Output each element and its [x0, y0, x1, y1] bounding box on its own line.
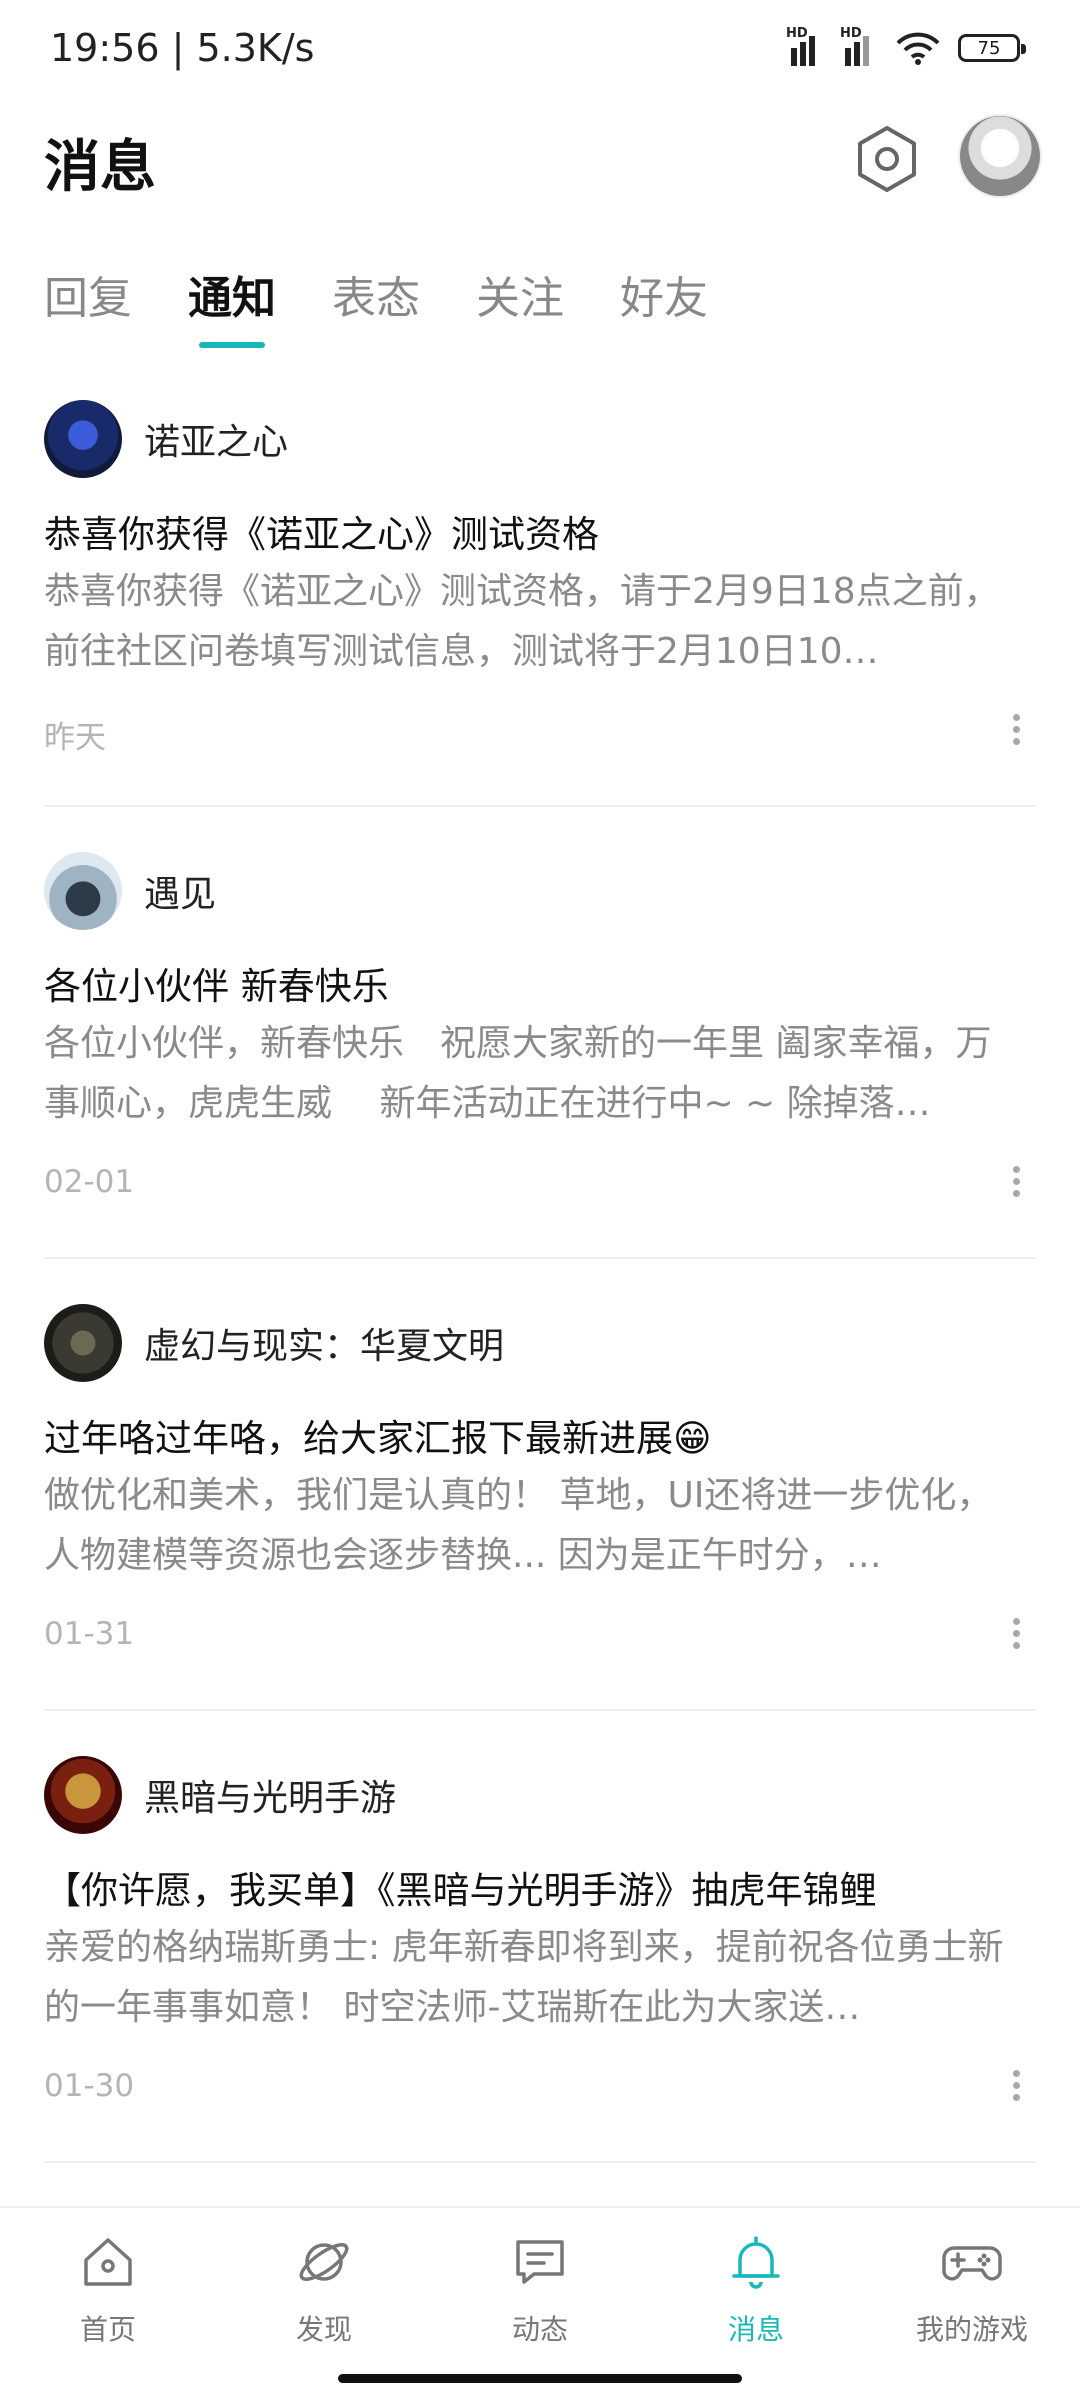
sender-name: 虚幻与现实：华夏文明 — [144, 1326, 505, 1367]
wifi-icon — [896, 32, 940, 65]
notification-list: 诺亚之心 恭喜你获得《诺亚之心》测试资格 恭喜你获得《诺亚之心》测试资格，请于2… — [0, 386, 1080, 2194]
tab-follows[interactable]: 关注 — [476, 262, 564, 326]
more-options-icon[interactable] — [1010, 714, 1022, 750]
notification-body: 各位小伙伴，新春快乐 祝愿大家新的一年里 阖家幸福，万事顺心，虎虎生威 新年活动… — [44, 1023, 992, 1124]
sender-avatar[interactable] — [44, 400, 122, 478]
notification-date: 昨天 — [44, 720, 106, 756]
gamepad-icon — [942, 2246, 1002, 2281]
tab-friends[interactable]: 好友 — [620, 262, 708, 326]
divider — [44, 1257, 1036, 1259]
message-tabs: 回复 通知 表态 关注 好友 — [44, 262, 764, 326]
notification-body: 做优化和美术，我们是认真的！ 草地，UI还将进一步优化，人物建模等资源也会逐步替… — [44, 1475, 993, 1576]
notification-card[interactable]: 诺亚之心 恭喜你获得《诺亚之心》测试资格 恭喜你获得《诺亚之心》测试资格，请于2… — [0, 386, 1080, 838]
notification-body: 恭喜你获得《诺亚之心》测试资格，请于2月9日18点之前，前往社区问卷填写测试信息… — [44, 571, 1000, 672]
page-title: 消息 — [44, 135, 156, 200]
sender-name: 黑暗与光明手游 — [144, 1778, 397, 1819]
home-indicator[interactable] — [338, 2374, 742, 2383]
divider — [44, 805, 1036, 807]
planet-icon — [299, 2243, 349, 2281]
bell-icon — [732, 2236, 780, 2289]
notification-sender[interactable]: 诺亚之心 — [44, 400, 288, 478]
nav-feed[interactable]: 动态 — [432, 2208, 648, 2364]
battery-level: 75 — [977, 37, 1001, 59]
sender-name: 遇见 — [144, 874, 217, 915]
sender-name: 诺亚之心 — [144, 422, 289, 463]
nav-home[interactable]: 首页 — [0, 2208, 216, 2364]
chat-bubble-icon — [516, 2240, 564, 2284]
page-header: 消息 — [0, 110, 1080, 210]
notification-card[interactable]: 黑暗与光明手游 【你许愿，我买单】《黑暗与光明手游》抽虎年锦鲤 亲爱的格纳瑞斯勇… — [0, 1742, 1080, 2194]
bottom-navigation: 首页 发现 动态 消息 我的游戏 — [0, 2206, 1080, 2364]
nav-discover[interactable]: 发现 — [216, 2208, 432, 2364]
notification-date: 01-31 — [44, 1616, 135, 1652]
more-options-icon[interactable] — [1010, 1618, 1022, 1654]
notification-headline: 【你许愿，我买单】《黑暗与光明手游》抽虎年锦鲤 — [44, 1869, 877, 1912]
notification-headline: 各位小伙伴 新春快乐 — [44, 965, 389, 1008]
nav-discover-label: 发现 — [295, 2313, 352, 2346]
nav-my-games[interactable]: 我的游戏 — [864, 2208, 1080, 2364]
home-icon — [84, 2238, 132, 2286]
status-bar: 19:56 | 5.3K/s HD HD 75 — [0, 0, 1080, 100]
notification-sender[interactable]: 遇见 — [44, 852, 216, 930]
notification-card[interactable]: 虚幻与现实：华夏文明 过年咯过年咯，给大家汇报下最新进展😁 做优化和美术，我们是… — [0, 1290, 1080, 1742]
more-options-icon[interactable] — [1010, 2070, 1022, 2106]
notification-sender[interactable]: 黑暗与光明手游 — [44, 1756, 396, 1834]
user-avatar[interactable] — [958, 114, 1042, 198]
nav-my-games-label: 我的游戏 — [915, 2313, 1028, 2346]
sender-avatar[interactable] — [44, 1756, 122, 1834]
tab-replies[interactable]: 回复 — [44, 262, 132, 326]
notification-headline: 过年咯过年咯，给大家汇报下最新进展😁 — [44, 1417, 712, 1460]
settings-icon[interactable] — [852, 124, 922, 194]
status-icons: HD HD 75 — [786, 26, 1026, 66]
more-options-icon[interactable] — [1010, 1166, 1022, 1202]
nav-messages-label: 消息 — [727, 2313, 784, 2346]
signal-icon: HD — [786, 26, 824, 66]
notification-date: 02-01 — [44, 1164, 135, 1200]
divider — [44, 1709, 1036, 1711]
notification-body: 亲爱的格纳瑞斯勇士: 虎年新春即将到来，提前祝各位勇士新的一年事事如意！ 时空法… — [44, 1927, 1004, 2028]
tab-reactions[interactable]: 表态 — [332, 262, 420, 326]
tab-notifications[interactable]: 通知 — [188, 262, 276, 326]
nav-home-label: 首页 — [79, 2313, 136, 2346]
sender-avatar[interactable] — [44, 1304, 122, 1382]
notification-sender[interactable]: 虚幻与现实：华夏文明 — [44, 1304, 504, 1382]
nav-feed-label: 动态 — [511, 2313, 568, 2346]
status-time: 19:56 | 5.3K/s — [50, 26, 315, 70]
divider — [44, 2161, 1036, 2163]
notification-card[interactable]: 遇见 各位小伙伴 新春快乐 各位小伙伴，新春快乐 祝愿大家新的一年里 阖家幸福，… — [0, 838, 1080, 1290]
nav-messages[interactable]: 消息 — [648, 2208, 864, 2364]
notification-headline: 恭喜你获得《诺亚之心》测试资格 — [44, 513, 599, 556]
battery-icon: 75 — [958, 34, 1026, 62]
notification-date: 01-30 — [44, 2068, 135, 2104]
sender-avatar[interactable] — [44, 852, 122, 930]
signal-2-icon: HD — [840, 26, 878, 66]
